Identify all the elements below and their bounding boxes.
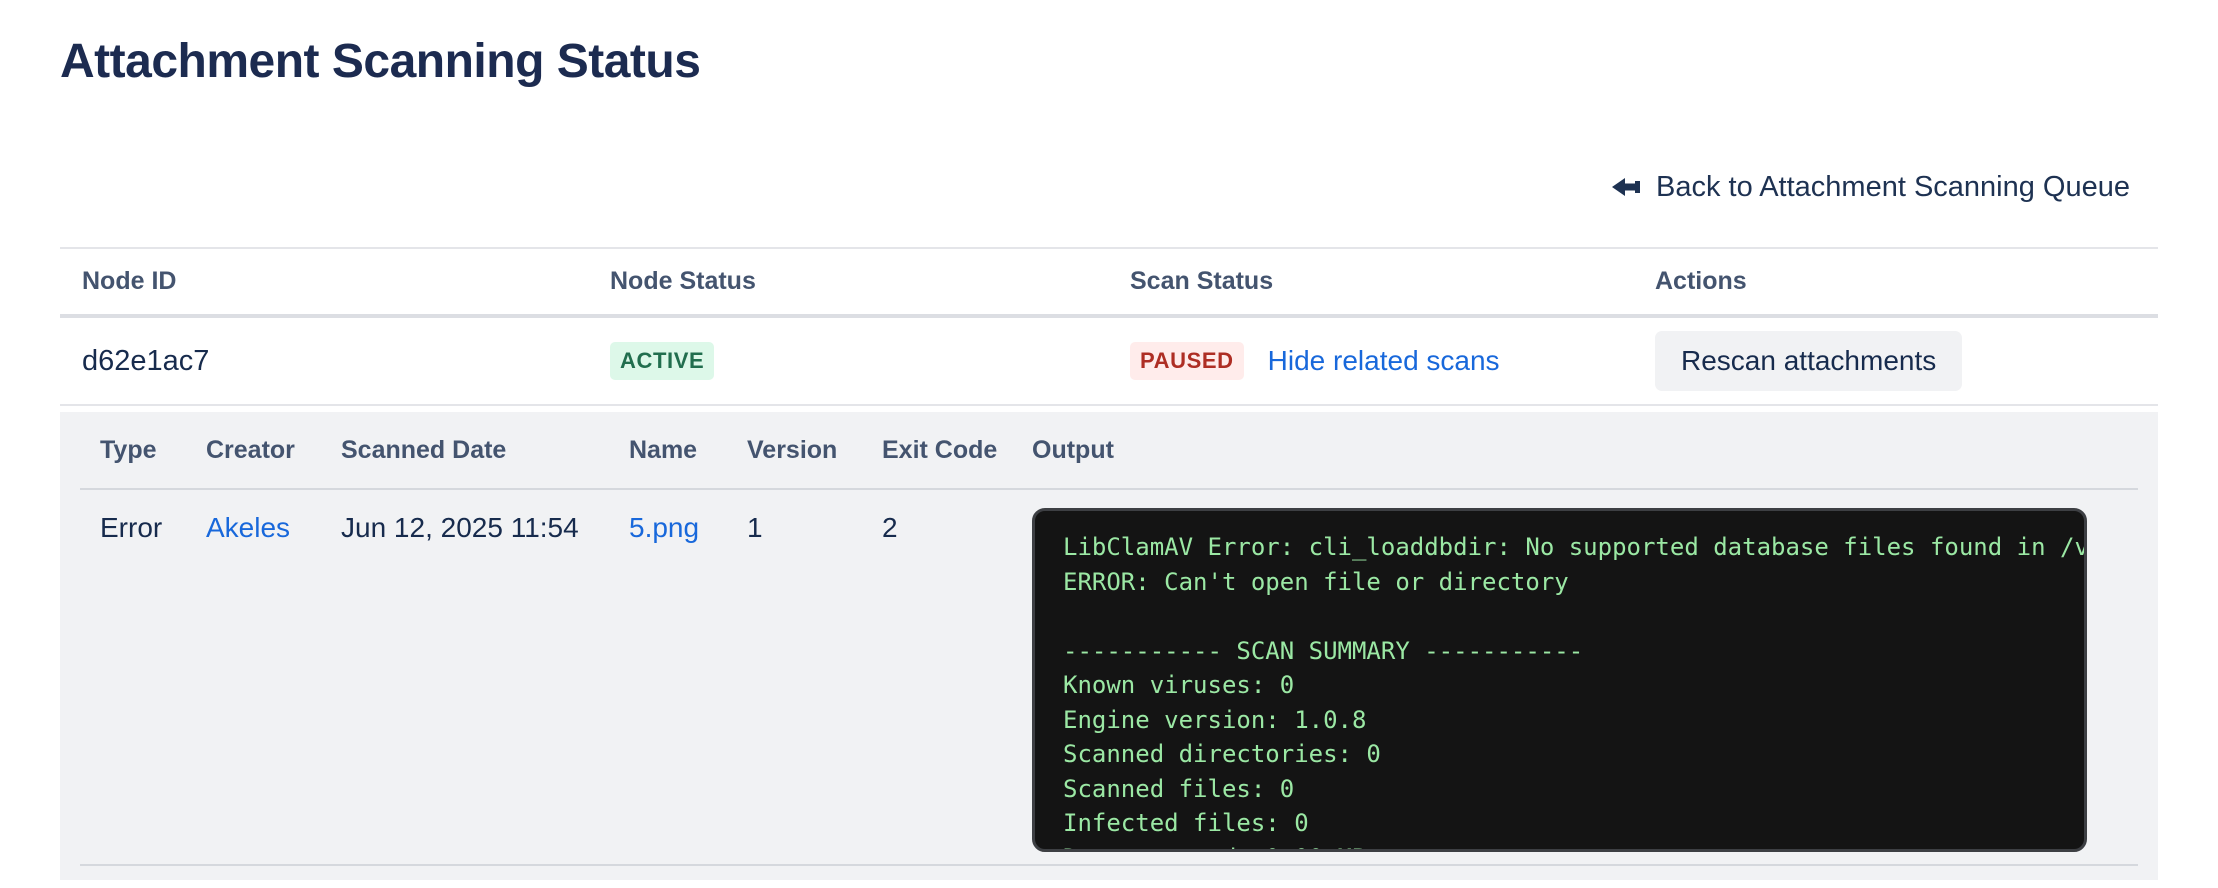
- col-header-creator: Creator: [206, 436, 341, 465]
- col-header-actions: Actions: [1655, 267, 2158, 296]
- related-scan-row: Error Akeles Jun 12, 2025 11:54 5.png 1 …: [80, 490, 2138, 866]
- rescan-attachments-button[interactable]: Rescan attachments: [1655, 331, 1962, 391]
- attachment-file-link[interactable]: 5.png: [629, 512, 699, 543]
- back-to-queue-label: Back to Attachment Scanning Queue: [1656, 171, 2130, 204]
- scan-output-terminal: LibClamAV Error: cli_loaddbdir: No suppo…: [1032, 508, 2087, 852]
- col-header-node-status: Node Status: [610, 267, 1130, 296]
- scanned-date-value: Jun 12, 2025 11:54: [341, 490, 629, 544]
- creator-link[interactable]: Akeles: [206, 512, 290, 543]
- related-scans-panel: Type Creator Scanned Date Name Version E…: [60, 412, 2158, 880]
- node-status-badge: ACTIVE: [610, 342, 714, 380]
- scan-output-cell: LibClamAV Error: cli_loaddbdir: No suppo…: [1032, 490, 2138, 852]
- col-header-scan-status: Scan Status: [1130, 267, 1655, 296]
- scan-output-text: LibClamAV Error: cli_loaddbdir: No suppo…: [1063, 530, 2084, 852]
- arrow-left-icon: [1610, 175, 1642, 199]
- related-scans-header-row: Type Creator Scanned Date Name Version E…: [80, 412, 2138, 490]
- scan-type-value: Error: [80, 490, 206, 544]
- col-header-name: Name: [629, 436, 747, 465]
- scan-creator-cell: Akeles: [206, 490, 341, 544]
- scan-version-value: 1: [747, 490, 882, 544]
- back-to-queue-link[interactable]: Back to Attachment Scanning Queue: [1610, 171, 2130, 204]
- col-header-node-id: Node ID: [60, 267, 610, 296]
- attachment-scanning-status-page: Attachment Scanning Status Back to Attac…: [0, 0, 2218, 888]
- node-status-cell: ACTIVE: [610, 342, 1130, 380]
- scan-status-cell: PAUSED Hide related scans: [1130, 342, 1655, 380]
- actions-cell: Rescan attachments: [1655, 331, 2158, 391]
- nodes-table-header-row: Node ID Node Status Scan Status Actions: [60, 249, 2158, 318]
- node-id-value: d62e1ac7: [60, 345, 610, 378]
- col-header-scanned-date: Scanned Date: [341, 436, 629, 465]
- scan-name-cell: 5.png: [629, 490, 747, 544]
- scan-exit-code-value: 2: [882, 490, 1032, 544]
- scan-status-badge: PAUSED: [1130, 342, 1244, 380]
- back-row: Back to Attachment Scanning Queue: [60, 164, 2158, 210]
- col-header-output: Output: [1032, 436, 2138, 465]
- col-header-exit-code: Exit Code: [882, 436, 1032, 465]
- nodes-table: Node ID Node Status Scan Status Actions …: [60, 247, 2158, 406]
- hide-related-scans-link[interactable]: Hide related scans: [1268, 345, 1500, 377]
- page-title: Attachment Scanning Status: [60, 34, 2158, 90]
- col-header-version: Version: [747, 436, 882, 465]
- node-table-row: d62e1ac7 ACTIVE PAUSED Hide related scan…: [60, 318, 2158, 406]
- col-header-type: Type: [80, 436, 206, 465]
